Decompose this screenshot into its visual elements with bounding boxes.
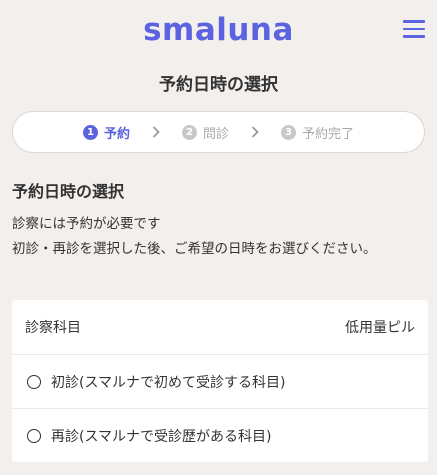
step-number-2: 2 xyxy=(181,124,197,140)
hamburger-menu-icon[interactable] xyxy=(403,20,425,38)
description: 診察には予約が必要です 初診・再診を選択した後、ご希望の日時をお選びください。 xyxy=(12,212,432,262)
description-line-2: 初診・再診を選択した後、ご希望の日時をお選びください。 xyxy=(12,241,377,257)
consultation-card: 診察科目 低用量ピル 初診(スマルナで初めて受診する科目) 再診(スマルナで受診… xyxy=(12,300,428,462)
step-number-1: 1 xyxy=(82,124,98,140)
option-label: 再診(スマルナで受診歴がある科目) xyxy=(51,428,272,445)
chevron-right-icon xyxy=(152,126,160,138)
chevron-right-icon xyxy=(251,126,259,138)
radio-button[interactable] xyxy=(27,428,41,443)
subject-value: 低用量ピル xyxy=(345,320,415,336)
section-title: 予約日時の選択 xyxy=(12,182,125,201)
logo[interactable]: smaluna xyxy=(0,12,437,48)
radio-button[interactable] xyxy=(27,374,41,389)
description-line-1: 診察には予約が必要です xyxy=(12,216,161,232)
step-number-3: 3 xyxy=(281,124,296,140)
return-visit-option[interactable]: 再診(スマルナで受診歴がある科目) xyxy=(12,409,428,462)
step-complete: 3 予約完了 xyxy=(281,123,354,142)
step-reservation: 1 予約 xyxy=(82,123,130,142)
progress-stepper: 1 予約 2 問診 3 予約完了 xyxy=(12,111,425,153)
page-title: 予約日時の選択 xyxy=(159,75,278,95)
step-label-complete: 予約完了 xyxy=(302,126,355,142)
step-label-reservation: 予約 xyxy=(103,126,130,142)
step-label-questionnaire: 問診 xyxy=(202,126,229,142)
card-header: 診察科目 低用量ピル xyxy=(12,300,428,355)
header: smaluna xyxy=(0,0,437,62)
first-visit-option[interactable]: 初診(スマルナで初めて受診する科目) xyxy=(12,355,428,409)
step-questionnaire: 2 問診 xyxy=(181,123,229,142)
option-label: 初診(スマルナで初めて受診する科目) xyxy=(51,374,286,391)
subject-label: 診察科目 xyxy=(25,320,81,336)
